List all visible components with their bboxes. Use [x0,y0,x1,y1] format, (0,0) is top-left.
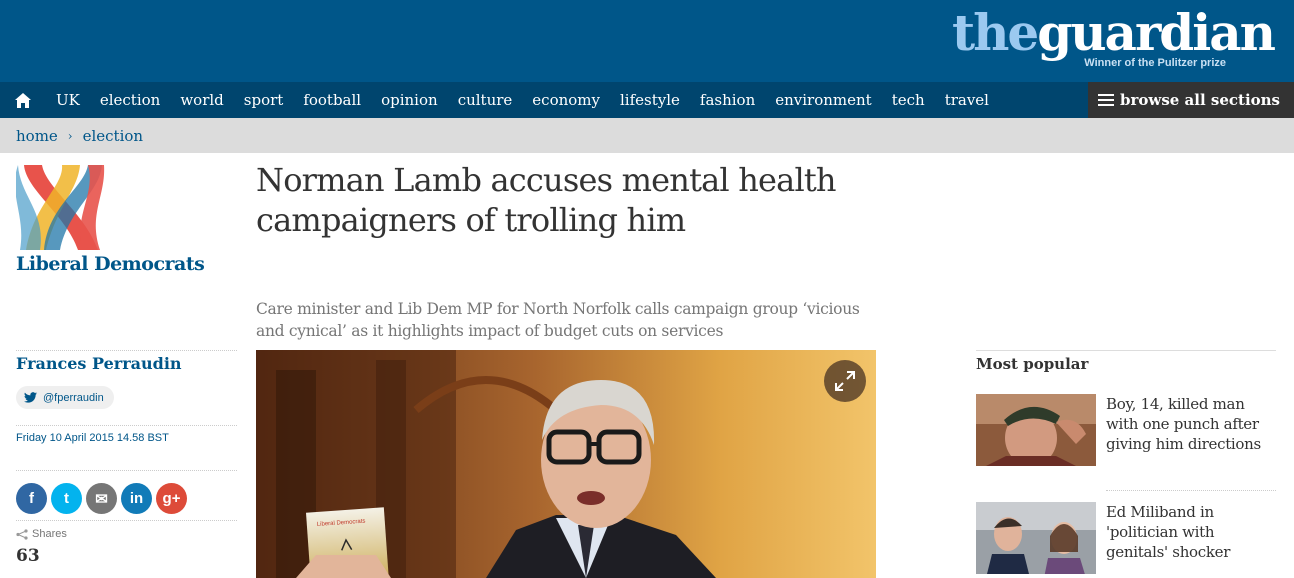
nav-item-environment[interactable]: environment [765,82,881,118]
article-headline: Norman Lamb accuses mental health campai… [256,161,837,239]
share-buttons: f t ✉ in g+ [16,483,191,514]
nav-item-uk[interactable]: UK [46,82,90,118]
most-popular-thumbnail[interactable] [976,502,1096,574]
most-popular-headline[interactable]: Ed Miliband in 'politician with genitals… [1106,502,1276,562]
nav-item-economy[interactable]: economy [522,82,610,118]
email-icon: ✉ [95,490,108,508]
nav-item-fashion[interactable]: fashion [690,82,765,118]
byline-divider [16,350,237,351]
publish-date: Friday 10 April 2015 14.58 BST [16,432,169,444]
most-popular-title: Most popular [976,350,1276,373]
most-popular-thumbnail[interactable] [976,394,1096,466]
pulitzer-tagline: Winner of the Pulitzer prize [1084,57,1226,69]
share-divider [16,470,237,471]
main-nav: UK election world sport football opinion cultu… [0,82,1294,118]
twitter-handle-link[interactable]: @fperraudin [16,386,114,409]
guardian-logo[interactable]: theguardian [951,3,1276,62]
masthead: theguardian Winner of the Pulitzer prize [0,0,1294,82]
nav-item-lifestyle[interactable]: lifestyle [610,82,690,118]
shares-label-row: Shares [16,528,67,540]
shares-divider [16,520,237,521]
main-article-image[interactable]: Liberal Democrats [256,350,876,578]
share-googleplus-button[interactable]: g+ [156,483,187,514]
breadcrumb-home[interactable]: home [16,127,58,145]
linkedin-icon: in [129,490,144,507]
expand-icon [835,371,855,391]
breadcrumb: home › election [0,118,1294,153]
nav-item-world[interactable]: world [170,82,233,118]
twitter-bird-icon [24,392,37,403]
share-icon [16,528,28,540]
twitter-icon: t [64,490,69,507]
nav-item-travel[interactable]: travel [935,82,999,118]
author-name[interactable]: Frances Perraudin [16,354,182,373]
expand-image-button[interactable] [824,360,866,402]
breadcrumb-election[interactable]: election [83,127,143,145]
nav-item-sport[interactable]: sport [234,82,294,118]
browse-label: browse all sections [1120,91,1280,109]
share-facebook-button[interactable]: f [16,483,47,514]
nav-item-culture[interactable]: culture [448,82,523,118]
party-name[interactable]: Liberal Democrats [16,253,205,275]
googleplus-icon: g+ [162,490,181,507]
date-divider [16,425,237,426]
home-icon[interactable] [0,82,46,118]
nav-item-opinion[interactable]: opinion [371,82,448,118]
hamburger-icon [1098,94,1115,106]
nav-item-tech[interactable]: tech [882,82,935,118]
most-popular-divider [1106,490,1276,491]
share-twitter-button[interactable]: t [51,483,82,514]
facebook-icon: f [29,490,34,507]
browse-all-sections-button[interactable]: browse all sections [1088,82,1294,118]
share-email-button[interactable]: ✉ [86,483,117,514]
twitter-handle: @fperraudin [43,391,104,404]
breadcrumb-separator: › [67,128,73,143]
logo-guardian: guardian [1037,3,1276,62]
most-popular-headline[interactable]: Boy, 14, killed man with one punch after… [1106,394,1276,454]
nav-item-football[interactable]: football [293,82,371,118]
shares-label: Shares [32,528,67,540]
share-linkedin-button[interactable]: in [121,483,152,514]
logo-the: the [951,3,1039,62]
article-standfirst: Care minister and Lib Dem MP for North N… [256,300,860,340]
nav-item-election[interactable]: election [90,82,170,118]
shares-count: 63 [16,546,40,566]
nav-items: UK election world sport football opinion cultu… [46,82,999,118]
liberal-democrats-logo[interactable] [16,160,108,250]
